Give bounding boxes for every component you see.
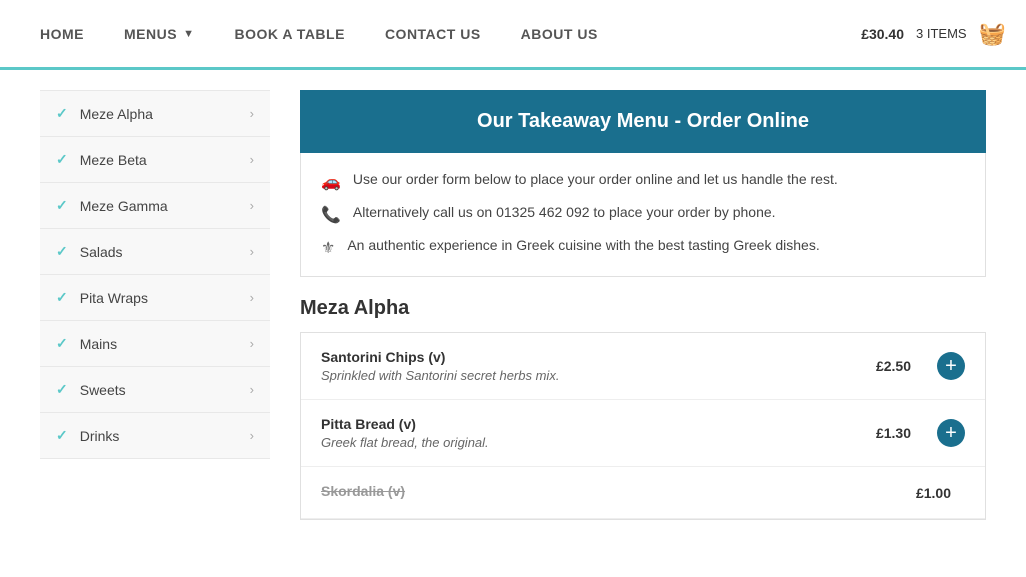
- check-icon: ✓: [56, 197, 68, 214]
- info-icon: ⚜: [321, 238, 335, 258]
- menu-item: Pitta Bread (v) Greek flat bread, the ori…: [301, 400, 985, 467]
- menu-item-desc: Sprinkled with Santorini secret herbs mi…: [321, 368, 864, 383]
- nav-links: HOMEMENUS▼BOOK A TABLECONTACT USABOUT US: [20, 0, 861, 69]
- sidebar-item-drinks[interactable]: ✓ Drinks ›: [40, 413, 270, 459]
- info-text: An authentic experience in Greek cuisine…: [347, 237, 819, 253]
- sidebar-item-label: Sweets: [80, 382, 126, 398]
- sidebar-item-label: Salads: [80, 244, 123, 260]
- sidebar-item-label: Drinks: [80, 428, 120, 444]
- nav-item-menus[interactable]: MENUS▼: [104, 0, 214, 69]
- main-content: ✓ Meze Alpha › ✓ Meze Beta › ✓ Meze Gamma › ✓ Sala…: [0, 70, 1026, 540]
- check-icon: ✓: [56, 105, 68, 122]
- info-text: Use our order form below to place your o…: [353, 171, 838, 187]
- check-icon: ✓: [56, 427, 68, 444]
- sidebar: ✓ Meze Alpha › ✓ Meze Beta › ✓ Meze Gamma › ✓ Sala…: [40, 90, 270, 520]
- main-nav: HOMEMENUS▼BOOK A TABLECONTACT USABOUT US…: [0, 0, 1026, 70]
- cart-items-count: 3 ITEMS: [916, 26, 967, 41]
- check-icon: ✓: [56, 151, 68, 168]
- menu-item-desc: Greek flat bread, the original.: [321, 435, 864, 450]
- chevron-right-icon: ›: [250, 244, 254, 259]
- menu-items-container: Santorini Chips (v) Sprinkled with Santor…: [300, 333, 986, 520]
- add-item-button[interactable]: +: [937, 352, 965, 380]
- check-icon: ✓: [56, 335, 68, 352]
- sidebar-item-meze-alpha[interactable]: ✓ Meze Alpha ›: [40, 90, 270, 137]
- sidebar-item-label: Pita Wraps: [80, 290, 148, 306]
- right-panel: Our Takeaway Menu - Order Online 🚗 Use ou…: [300, 90, 986, 520]
- chevron-right-icon: ›: [250, 382, 254, 397]
- chevron-right-icon: ›: [250, 428, 254, 443]
- menu-section-header: Meza Alpha: [300, 277, 986, 333]
- chevron-right-icon: ›: [250, 198, 254, 213]
- info-icon: 📞: [321, 205, 341, 225]
- info-box: 🚗 Use our order form below to place your …: [300, 153, 986, 277]
- sidebar-item-pita-wraps[interactable]: ✓ Pita Wraps ›: [40, 275, 270, 321]
- menu-item-price: £2.50: [876, 358, 911, 374]
- menu-item-name: Santorini Chips (v): [321, 349, 864, 365]
- sidebar-item-label: Meze Beta: [80, 152, 147, 168]
- nav-item-home[interactable]: HOME: [20, 0, 104, 69]
- menu-item-name: Skordalia (v): [321, 483, 904, 499]
- sidebar-item-mains[interactable]: ✓ Mains ›: [40, 321, 270, 367]
- order-header: Our Takeaway Menu - Order Online: [300, 90, 986, 153]
- info-line: ⚜ An authentic experience in Greek cuisin…: [321, 237, 965, 258]
- basket-icon[interactable]: 🧺: [979, 21, 1006, 47]
- check-icon: ✓: [56, 381, 68, 398]
- sidebar-item-label: Meze Gamma: [80, 198, 168, 214]
- chevron-right-icon: ›: [250, 106, 254, 121]
- chevron-down-icon: ▼: [183, 28, 194, 40]
- menu-item-price: £1.00: [916, 485, 951, 501]
- info-icon: 🚗: [321, 172, 341, 192]
- sidebar-item-salads[interactable]: ✓ Salads ›: [40, 229, 270, 275]
- menu-item-name: Pitta Bread (v): [321, 416, 864, 432]
- sidebar-item-sweets[interactable]: ✓ Sweets ›: [40, 367, 270, 413]
- menu-item: Santorini Chips (v) Sprinkled with Santor…: [301, 333, 985, 400]
- check-icon: ✓: [56, 243, 68, 260]
- nav-right: £30.40 3 ITEMS 🧺: [861, 21, 1006, 47]
- check-icon: ✓: [56, 289, 68, 306]
- chevron-right-icon: ›: [250, 290, 254, 305]
- info-line: 📞 Alternatively call us on 01325 462 092 …: [321, 204, 965, 225]
- add-item-button[interactable]: +: [937, 419, 965, 447]
- nav-item-book-a-table[interactable]: BOOK A TABLE: [214, 0, 364, 69]
- nav-item-contact-us[interactable]: CONTACT US: [365, 0, 501, 69]
- sidebar-item-label: Mains: [80, 336, 117, 352]
- cart-price: £30.40: [861, 26, 904, 42]
- sidebar-item-meze-gamma[interactable]: ✓ Meze Gamma ›: [40, 183, 270, 229]
- sidebar-item-label: Meze Alpha: [80, 106, 153, 122]
- nav-item-about-us[interactable]: ABOUT US: [501, 0, 618, 69]
- menu-item-price: £1.30: [876, 425, 911, 441]
- sidebar-item-meze-beta[interactable]: ✓ Meze Beta ›: [40, 137, 270, 183]
- menu-item: Skordalia (v) £1.00: [301, 467, 985, 519]
- info-text: Alternatively call us on 01325 462 092 t…: [353, 204, 776, 220]
- chevron-right-icon: ›: [250, 336, 254, 351]
- chevron-right-icon: ›: [250, 152, 254, 167]
- info-line: 🚗 Use our order form below to place your …: [321, 171, 965, 192]
